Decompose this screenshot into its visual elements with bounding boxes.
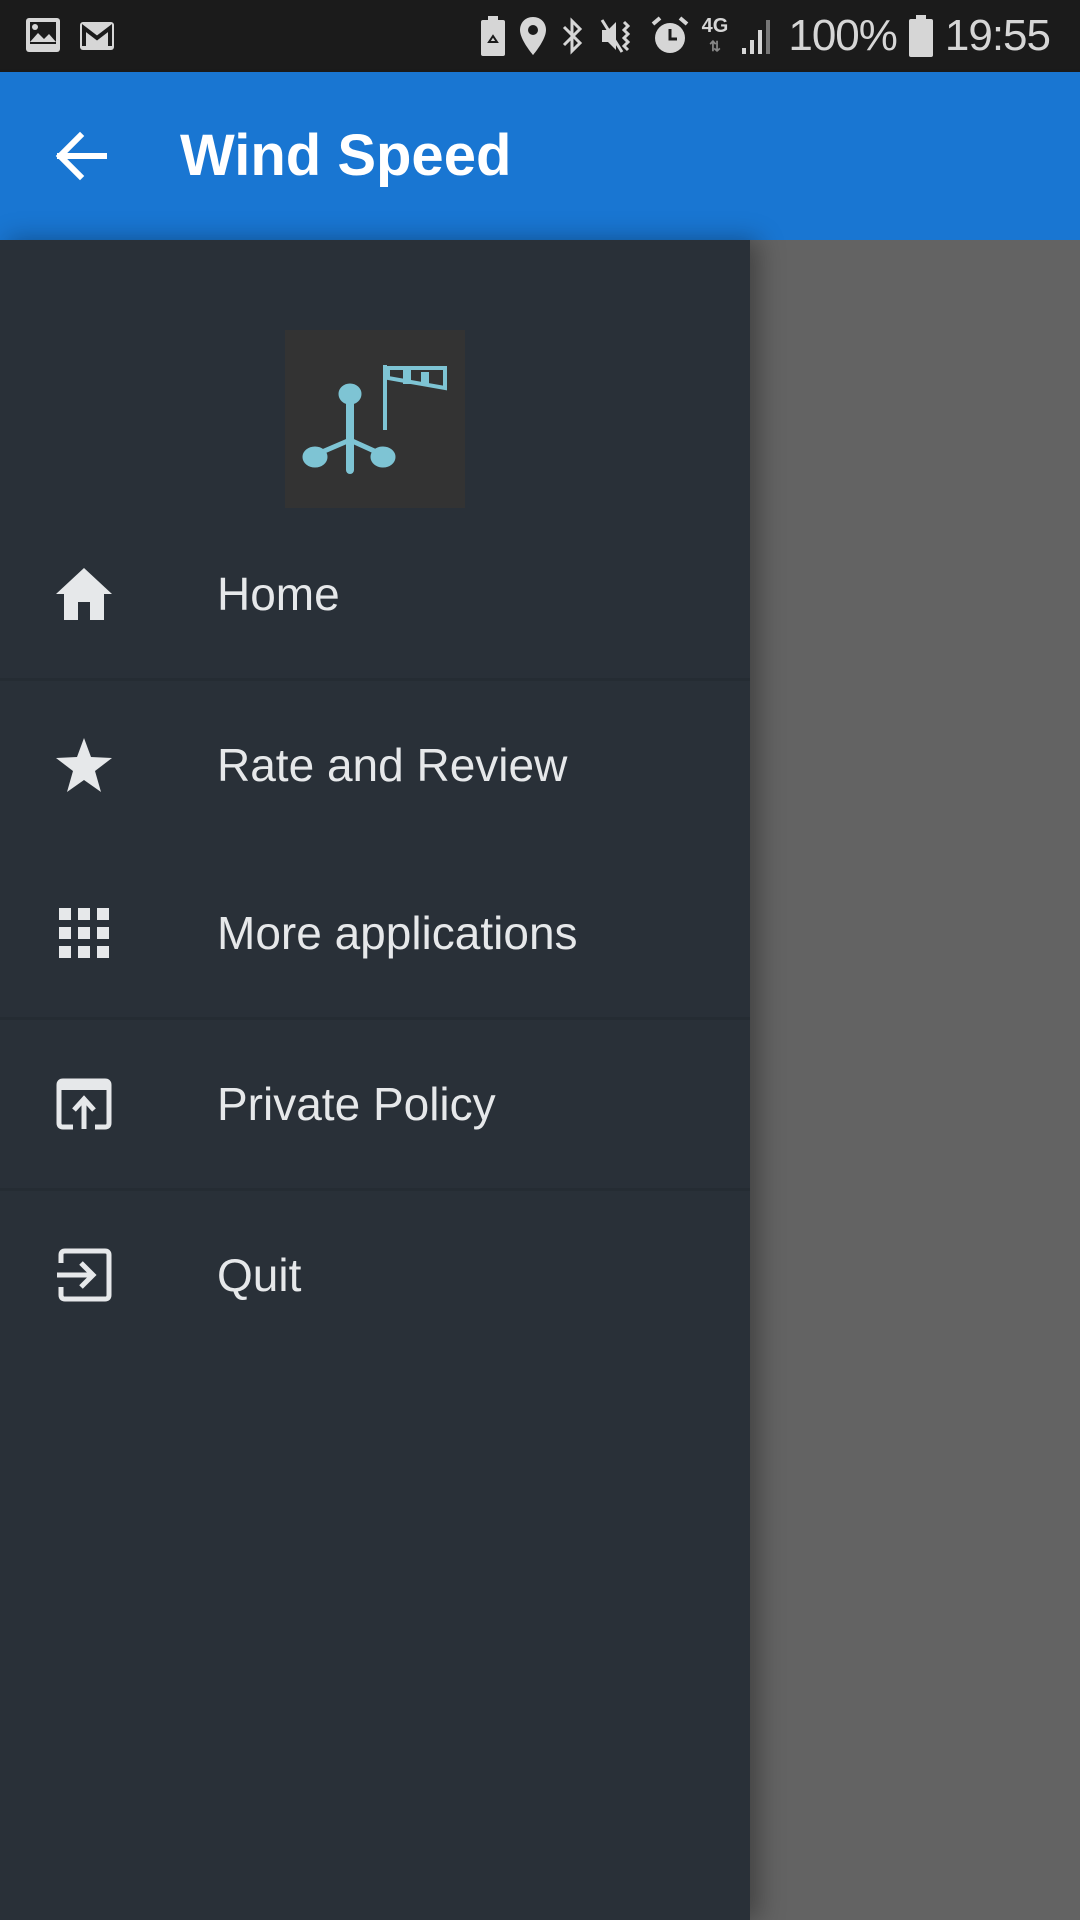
gmail-icon (80, 22, 114, 50)
apps-grid-icon (52, 901, 116, 965)
menu-item-label: Rate and Review (217, 739, 568, 791)
open-in-browser-icon (52, 1072, 116, 1136)
app-title: Wind Speed (180, 123, 512, 188)
menu-item-home[interactable]: Home (0, 510, 750, 681)
network-4g-icon: 4G ⇅ (701, 15, 729, 54)
navigation-drawer: Home Rate and Review More applications P… (0, 240, 750, 1920)
vibrate-icon (600, 19, 630, 53)
battery-percent: 100% (788, 11, 898, 60)
app-bar: Wind Speed (0, 72, 1080, 240)
menu-item-label: More applications (217, 907, 578, 959)
app-logo (285, 330, 465, 508)
menu-item-label: Quit (217, 1249, 302, 1301)
menu-item-label: Private Policy (217, 1078, 496, 1130)
alarm-icon (651, 16, 688, 53)
drawer-menu: Home Rate and Review More applications P… (0, 510, 750, 1359)
anemometer-windsock-logo (302, 365, 447, 474)
location-icon (519, 17, 546, 55)
signal-icon (742, 20, 771, 54)
status-bar: 4G ⇅ 100% 19:55 (0, 0, 1080, 72)
menu-item-private-policy[interactable]: Private Policy (0, 1020, 750, 1191)
home-icon (52, 562, 116, 626)
bluetooth-icon (562, 17, 582, 55)
exit-icon (52, 1243, 116, 1307)
menu-item-more-applications[interactable]: More applications (0, 849, 750, 1020)
gallery-icon (26, 18, 60, 52)
menu-item-quit[interactable]: Quit (0, 1191, 750, 1359)
star-icon (52, 733, 116, 797)
menu-item-label: Home (217, 568, 340, 620)
arrow-back-icon (55, 131, 107, 181)
battery-icon (908, 15, 933, 57)
clock: 19:55 (944, 11, 1051, 60)
back-button[interactable] (50, 124, 114, 188)
battery-saver-icon (480, 16, 505, 56)
menu-item-rate-and-review[interactable]: Rate and Review (0, 681, 750, 849)
